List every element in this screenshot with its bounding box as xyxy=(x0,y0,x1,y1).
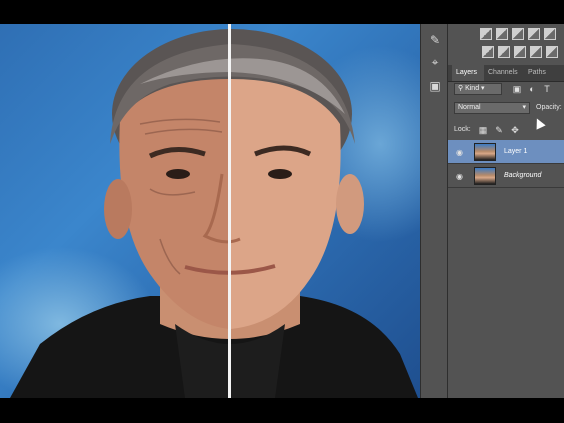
curves-icon[interactable] xyxy=(512,28,524,40)
eye-icon[interactable]: ◉ xyxy=(456,172,463,181)
clone-stamp-icon[interactable]: ⌖ xyxy=(427,54,443,70)
eye-icon[interactable]: ◉ xyxy=(456,148,463,157)
layers-tab-bar: Layers Channels Paths xyxy=(448,65,564,82)
black-white-icon[interactable] xyxy=(514,46,526,58)
letterbox-bottom xyxy=(0,398,564,423)
portrait-photo xyxy=(10,29,418,398)
tab-layers[interactable]: Layers xyxy=(452,65,484,81)
filter-adjustment-icon[interactable]: ◐ xyxy=(527,84,537,94)
layer-thumbnail xyxy=(474,167,496,185)
tool-strip: ✎ ⌖ ▣ xyxy=(420,24,448,398)
letterbox-top xyxy=(0,0,564,24)
lock-position-icon[interactable]: ✥ xyxy=(510,125,520,135)
blend-mode-value: Normal xyxy=(458,104,481,111)
chevron-down-icon: ▾ xyxy=(522,104,526,111)
adjustments-row-2 xyxy=(448,44,564,62)
exposure-icon[interactable] xyxy=(528,28,540,40)
tab-channels[interactable]: Channels xyxy=(484,65,524,81)
brightness-icon[interactable] xyxy=(480,28,492,40)
blend-mode-select[interactable]: Normal ▾ xyxy=(454,102,530,114)
layer-name: Layer 1 xyxy=(504,148,528,155)
adjustments-row-1 xyxy=(448,26,564,44)
filter-pixel-icon[interactable]: ▣ xyxy=(512,84,522,94)
before-after-divider[interactable] xyxy=(228,24,231,398)
lock-transparent-icon[interactable]: ▦ xyxy=(478,125,488,135)
tab-paths[interactable]: Paths xyxy=(524,65,554,81)
layer-thumbnail xyxy=(474,143,496,161)
lock-label: Lock: xyxy=(454,126,471,133)
hue-saturation-icon[interactable] xyxy=(482,46,494,58)
channel-mixer-icon[interactable] xyxy=(546,46,558,58)
layer-row-background[interactable]: ◉ Background xyxy=(448,164,564,188)
color-balance-icon[interactable] xyxy=(498,46,510,58)
filter-kind-select[interactable]: ⚲ Kind ▾ xyxy=(454,83,502,95)
layer-comps-icon[interactable]: ▣ xyxy=(427,78,443,94)
history-brush-icon[interactable]: ✎ xyxy=(427,32,443,48)
photo-filter-icon[interactable] xyxy=(530,46,542,58)
layers-panel: Layers Channels Paths ⚲ Kind ▾ ▣ ◐ T Nor… xyxy=(448,24,564,398)
opacity-label: Opacity: xyxy=(536,104,562,111)
filter-kind-value: Kind xyxy=(465,85,480,92)
levels-icon[interactable] xyxy=(496,28,508,40)
filter-type-icon[interactable]: T xyxy=(542,84,552,94)
photo-canvas[interactable] xyxy=(0,24,420,398)
vibrance-icon[interactable] xyxy=(544,28,556,40)
lock-image-icon[interactable]: ✎ xyxy=(494,125,504,135)
layer-name: Background xyxy=(504,172,542,179)
layer-row-layer-1[interactable]: ◉ Layer 1 xyxy=(448,140,564,164)
